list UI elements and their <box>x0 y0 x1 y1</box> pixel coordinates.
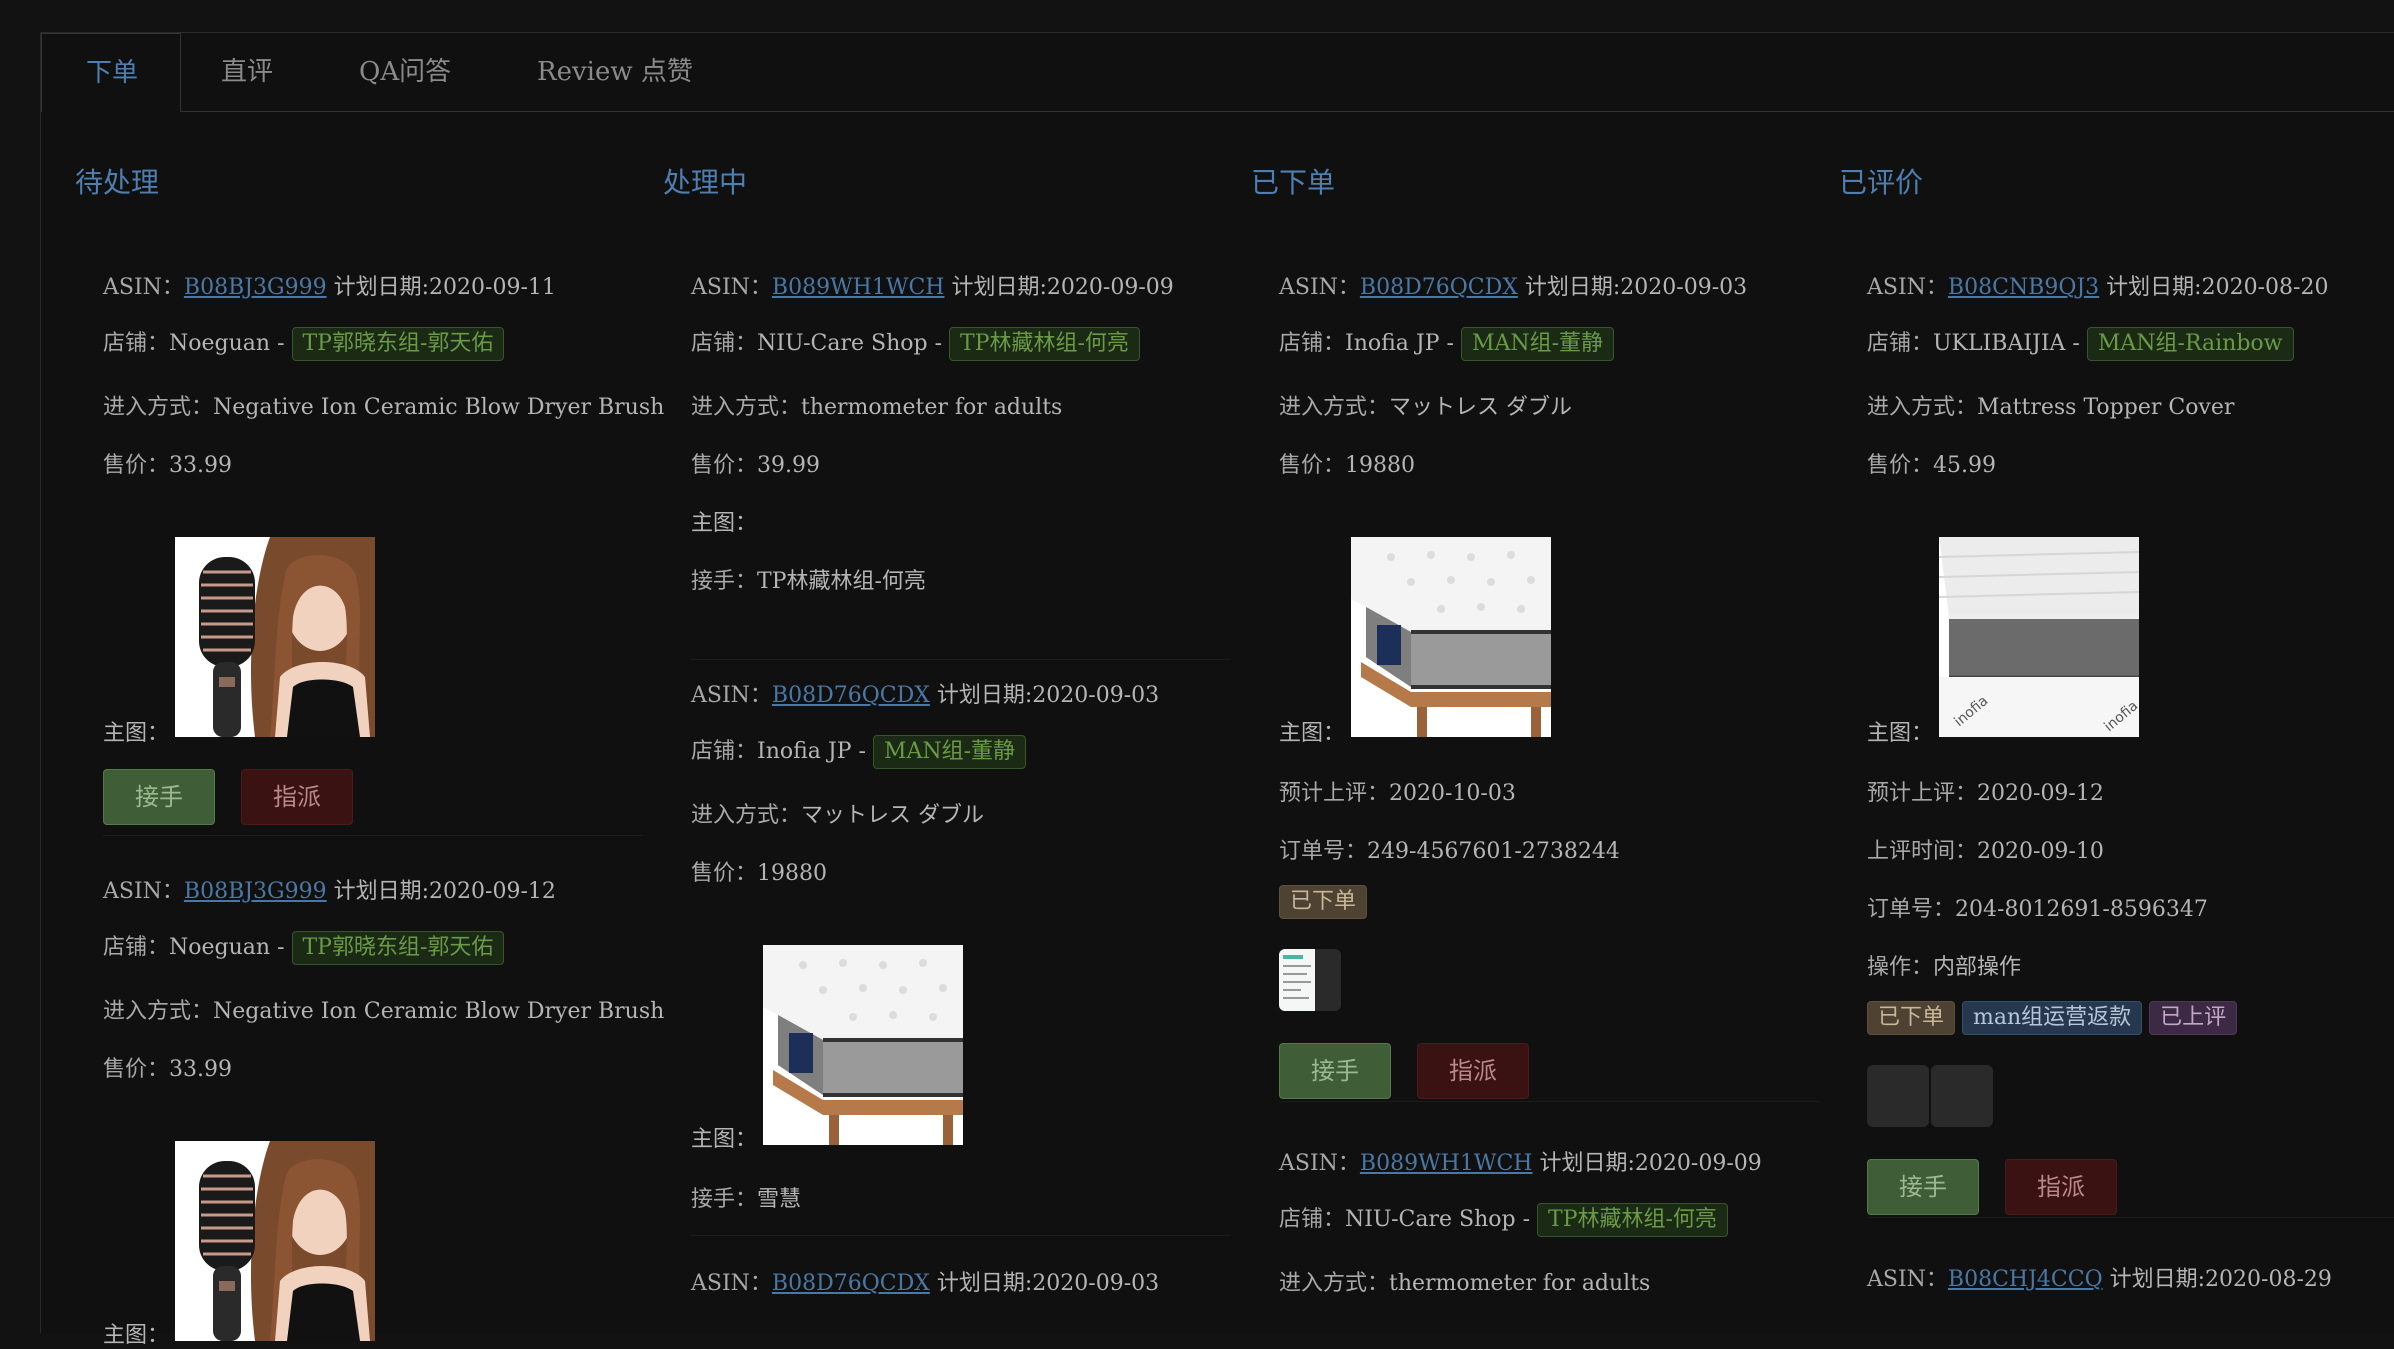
operation-row: 操作：内部操作 <box>1867 955 2022 980</box>
main-image-label: 主图： <box>103 1323 170 1348</box>
mattress-photo <box>1351 537 1551 737</box>
handler-row: 接手：TP林藏林组-何亮 <box>691 569 926 594</box>
asin-link[interactable]: B08D76QCDX <box>1360 275 1518 300</box>
asin-row: ASIN：B08D76QCDX 计划日期:2020-09-03 <box>691 1271 1160 1296</box>
group-tag: MAN组-Rainbow <box>2086 327 2294 361</box>
price-row: 售价：19880 <box>1279 453 1416 478</box>
status-tags-row: 已下单 man组运营返款 已上评 <box>1867 1001 2238 1035</box>
asin-link[interactable]: B089WH1WCH <box>1360 1151 1533 1176</box>
shop-row: 店铺：NIU-Care Shop - TP林藏林组-何亮 <box>691 325 1140 361</box>
card-divider <box>691 659 1231 660</box>
asin-link[interactable]: B08D76QCDX <box>772 683 930 708</box>
column-title-pending: 待处理 <box>75 166 160 199</box>
accept-button[interactable]: 接手 <box>103 769 215 825</box>
main-image-label: 主图： <box>1867 721 1934 746</box>
status-badge-reviewed: 已上评 <box>2149 1001 2238 1035</box>
asin-link[interactable]: B08D76QCDX <box>772 1271 930 1296</box>
status-badge-ordered: 已下单 <box>1867 1001 1956 1035</box>
entry-row: 进入方式：Mattress Topper Cover <box>1867 395 2235 420</box>
price-row: 售价：19880 <box>691 861 828 886</box>
asin-link[interactable]: B089WH1WCH <box>772 275 945 300</box>
price-row: 售价：45.99 <box>1867 453 1996 478</box>
card-divider <box>691 1235 1231 1236</box>
accept-button[interactable]: 接手 <box>1279 1043 1391 1099</box>
mattress-photo <box>763 945 963 1145</box>
tab-qa[interactable]: QA问答 <box>359 33 451 111</box>
group-tag: MAN组-董静 <box>1460 327 1615 361</box>
group-tag: TP郭晓东组-郭天佑 <box>291 931 505 965</box>
assign-button[interactable]: 指派 <box>2005 1159 2117 1215</box>
status-badge: 已下单 <box>1279 885 1368 919</box>
shop-row: 店铺：Inofia JP - MAN组-董静 <box>691 733 1027 769</box>
group-tag: MAN组-董静 <box>872 735 1027 769</box>
shop-row: 店铺：Noeguan - TP郭晓东组-郭天佑 <box>103 929 505 965</box>
accept-button[interactable]: 接手 <box>1867 1159 1979 1215</box>
group-tag: TP林藏林组-何亮 <box>1537 1203 1728 1237</box>
column-title-reviewed: 已评价 <box>1839 166 1924 199</box>
hair-dryer-brush-photo <box>175 1141 375 1341</box>
entry-row: 进入方式：Negative Ion Ceramic Blow Dryer Bru… <box>103 999 665 1024</box>
main-image-label: 主图： <box>103 721 170 746</box>
screenshot-thumb[interactable] <box>1931 1065 1993 1127</box>
asin-row: ASIN：B08BJ3G999 计划日期:2020-09-12 <box>103 879 556 904</box>
asin-row: ASIN：B08BJ3G999 计划日期:2020-09-11 <box>103 275 556 300</box>
price-row: 售价：33.99 <box>103 1057 232 1082</box>
screenshot-thumb[interactable] <box>1867 1065 1929 1127</box>
card-divider <box>1867 1217 2394 1218</box>
review-time-row: 上评时间：2020-09-10 <box>1867 839 2104 864</box>
tab-review-like[interactable]: Review 点赞 <box>537 33 693 111</box>
entry-row: 进入方式：Negative Ion Ceramic Blow Dryer Bru… <box>103 395 665 420</box>
card-divider <box>103 835 643 836</box>
status-badge-refund: man组运营返款 <box>1962 1001 2143 1035</box>
mattress-topper-photo <box>1939 537 2139 737</box>
status-row: 已下单 <box>1279 885 1368 919</box>
entry-row: 进入方式：thermometer for adults <box>1279 1271 1651 1296</box>
asin-link[interactable]: B08CNB9QJ3 <box>1948 275 2099 300</box>
asin-link[interactable]: B08BJ3G999 <box>184 275 327 300</box>
tab-order[interactable]: 下单 <box>41 33 181 112</box>
assign-button[interactable]: 指派 <box>1417 1043 1529 1099</box>
asin-row: ASIN：B08CHJ4CCQ 计划日期:2020-08-29 <box>1867 1267 2332 1292</box>
hair-dryer-brush-photo <box>175 537 375 737</box>
main-panel: 下单 直评 QA问答 Review 点赞 待处理 处理中 已下单 已评价 ASI… <box>40 32 2394 1348</box>
entry-row: 进入方式：マットレス ダブル <box>691 803 985 828</box>
receipt-screenshot-thumb[interactable] <box>1279 949 1341 1011</box>
main-image-label: 主图： <box>691 511 758 536</box>
entry-row: 进入方式：マットレス ダブル <box>1279 395 1573 420</box>
asin-row: ASIN：B089WH1WCH 计划日期:2020-09-09 <box>1279 1151 1762 1176</box>
expected-review-row: 预计上评：2020-09-12 <box>1867 781 2104 806</box>
tab-bar: 下单 直评 QA问答 Review 点赞 <box>41 33 2394 112</box>
asin-row: ASIN：B08D76QCDX 计划日期:2020-09-03 <box>1279 275 1748 300</box>
main-image-label: 主图： <box>691 1127 758 1152</box>
order-number-row: 订单号：204-8012691-8596347 <box>1867 897 2208 922</box>
price-row: 售价：33.99 <box>103 453 232 478</box>
order-number-row: 订单号：249-4567601-2738244 <box>1279 839 1620 864</box>
main-image-label: 主图： <box>1279 721 1346 746</box>
expected-review-row: 预计上评：2020-10-03 <box>1279 781 1516 806</box>
shop-row: 店铺：NIU-Care Shop - TP林藏林组-何亮 <box>1279 1201 1728 1237</box>
asin-row: ASIN：B089WH1WCH 计划日期:2020-09-09 <box>691 275 1174 300</box>
tab-direct-review[interactable]: 直评 <box>221 33 273 111</box>
card-divider <box>1279 1101 1819 1102</box>
shop-row: 店铺：Inofia JP - MAN组-董静 <box>1279 325 1615 361</box>
column-title-processing: 处理中 <box>663 166 748 199</box>
column-title-ordered: 已下单 <box>1251 166 1336 199</box>
group-tag: TP郭晓东组-郭天佑 <box>291 327 505 361</box>
asin-link[interactable]: B08CHJ4CCQ <box>1948 1267 2103 1292</box>
asin-link[interactable]: B08BJ3G999 <box>184 879 327 904</box>
assign-button[interactable]: 指派 <box>241 769 353 825</box>
asin-row: ASIN：B08CNB9QJ3 计划日期:2020-08-20 <box>1867 275 2329 300</box>
asin-row: ASIN：B08D76QCDX 计划日期:2020-09-03 <box>691 683 1160 708</box>
shop-row: 店铺：Noeguan - TP郭晓东组-郭天佑 <box>103 325 505 361</box>
entry-row: 进入方式：thermometer for adults <box>691 395 1063 420</box>
shop-row: 店铺：UKLIBAIJIA - MAN组-Rainbow <box>1867 325 2294 361</box>
group-tag: TP林藏林组-何亮 <box>949 327 1140 361</box>
price-row: 售价：39.99 <box>691 453 820 478</box>
handler-row: 接手：雪慧 <box>691 1187 802 1212</box>
